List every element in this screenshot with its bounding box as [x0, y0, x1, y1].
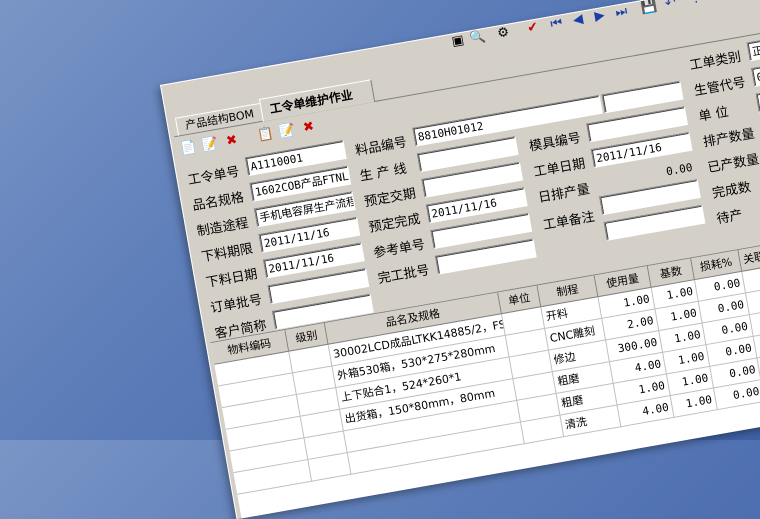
order-note-label: 工单备注	[542, 209, 596, 234]
last-icon[interactable]: ⏭	[612, 4, 631, 23]
produced-label: 已产数量	[706, 152, 760, 177]
edit-icon[interactable]: 📝	[201, 136, 220, 155]
copy-icon[interactable]: 📋	[256, 126, 275, 145]
feed-deadline-label: 下料期限	[200, 241, 255, 266]
unit-field[interactable]	[755, 83, 760, 113]
modify-icon[interactable]: 📝	[278, 122, 297, 141]
order-date-label: 工单日期	[532, 156, 587, 181]
check-icon[interactable]: ✔	[524, 19, 543, 38]
feed-date-label: 下料日期	[204, 267, 259, 291]
delete-icon[interactable]: ✖	[223, 132, 242, 151]
new-icon[interactable]: 📄	[179, 140, 198, 159]
finish-batch-label: 完工批号	[376, 263, 431, 287]
tab-strip: 产品结构BOM 工令单维护作业	[174, 79, 376, 137]
record-toolbar: 📄 📝 ✖ 📋 📝 ✖	[179, 119, 315, 163]
undo-icon[interactable]: ↶	[661, 0, 680, 13]
mold-no-label: 模具编号	[528, 130, 582, 155]
order-batch-label: 订单批号	[209, 292, 264, 317]
plan-finish-label: 预定完成	[367, 211, 422, 236]
daily-output-label: 日排产量	[537, 182, 591, 206]
next-icon[interactable]: ▶	[591, 7, 610, 26]
finished-label: 完成数	[711, 180, 753, 202]
cancel-icon[interactable]: ✖	[299, 119, 318, 138]
col-header-related[interactable]: 关联件	[738, 243, 760, 272]
pick-icon[interactable]: ▣	[449, 32, 468, 51]
wizard-icon[interactable]: ✎	[713, 0, 732, 4]
order-type-label: 工单类别	[688, 49, 743, 74]
plan-delivery-label: 预定交期	[363, 186, 418, 211]
help-icon[interactable]: ?	[687, 0, 706, 9]
mgr-code-field[interactable]: 01	[751, 57, 760, 87]
first-icon[interactable]: ⏮	[547, 15, 566, 34]
sched-qty-label: 排产数量	[702, 126, 756, 151]
order-no-label: 工令单号	[186, 164, 241, 189]
spec-label: 品名规格	[191, 190, 246, 215]
ref-no-label: 参考单号	[372, 237, 427, 262]
process-label: 制造途程	[195, 215, 250, 240]
prev-icon[interactable]: ◀	[569, 11, 588, 30]
unit-label: 单 位	[697, 104, 730, 125]
save-icon[interactable]: 💾	[640, 0, 659, 17]
pending-label: 待产	[715, 207, 744, 228]
mgr-code-label: 生管代号	[692, 75, 747, 100]
order-type-field[interactable]: 正常	[746, 32, 760, 62]
item-no-label: 料品编号	[354, 135, 409, 159]
zoom-icon[interactable]: 🔍	[468, 29, 487, 48]
tools-icon[interactable]: ⚙	[494, 24, 513, 43]
line-label: 生 产 线	[358, 161, 408, 185]
app-window: ▣ 🔍 ⚙ ✔ ⏮ ◀ ▶ ⏭ 💾 ↶ ? ✎ ✱ 产品结构BOM 工令单维护作…	[160, 0, 760, 519]
